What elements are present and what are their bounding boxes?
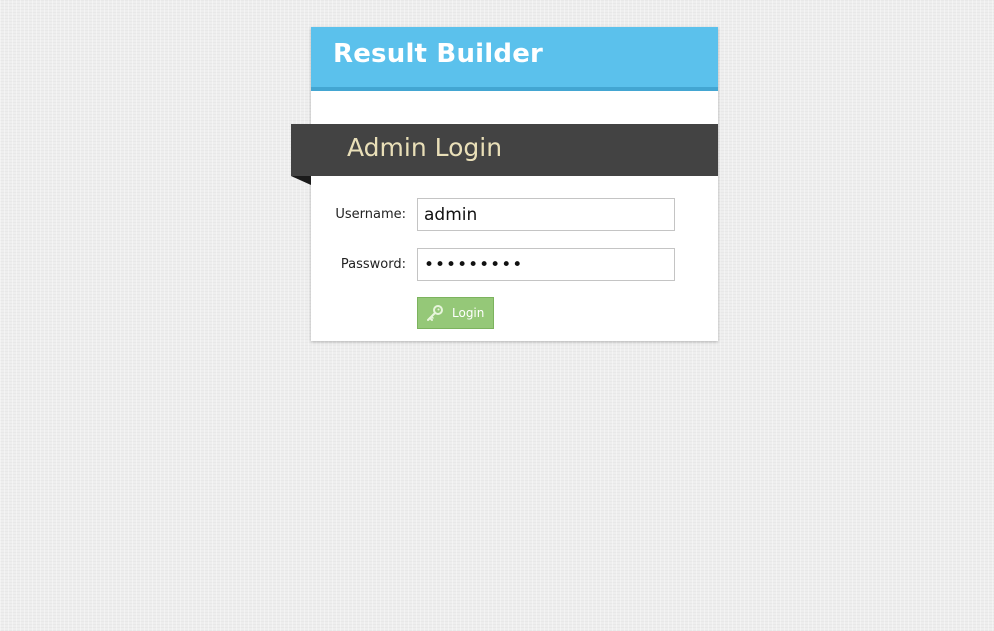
password-input[interactable] — [417, 248, 675, 281]
login-button-label: Login — [452, 306, 485, 320]
username-label: Username: — [335, 207, 406, 222]
password-row: Password: — [311, 248, 718, 281]
login-heading: Admin Login — [347, 133, 503, 162]
username-row: Username: — [311, 198, 718, 231]
login-card: Result Builder Admin Login Username: Pas… — [291, 27, 718, 341]
key-icon — [426, 304, 444, 322]
login-button[interactable]: Login — [417, 297, 494, 329]
ribbon-fold — [291, 176, 311, 185]
login-ribbon: Admin Login — [291, 124, 718, 176]
password-label: Password: — [340, 257, 406, 272]
app-title: Result Builder — [333, 39, 544, 69]
app-header: Result Builder — [311, 27, 718, 91]
username-input[interactable] — [417, 198, 675, 231]
